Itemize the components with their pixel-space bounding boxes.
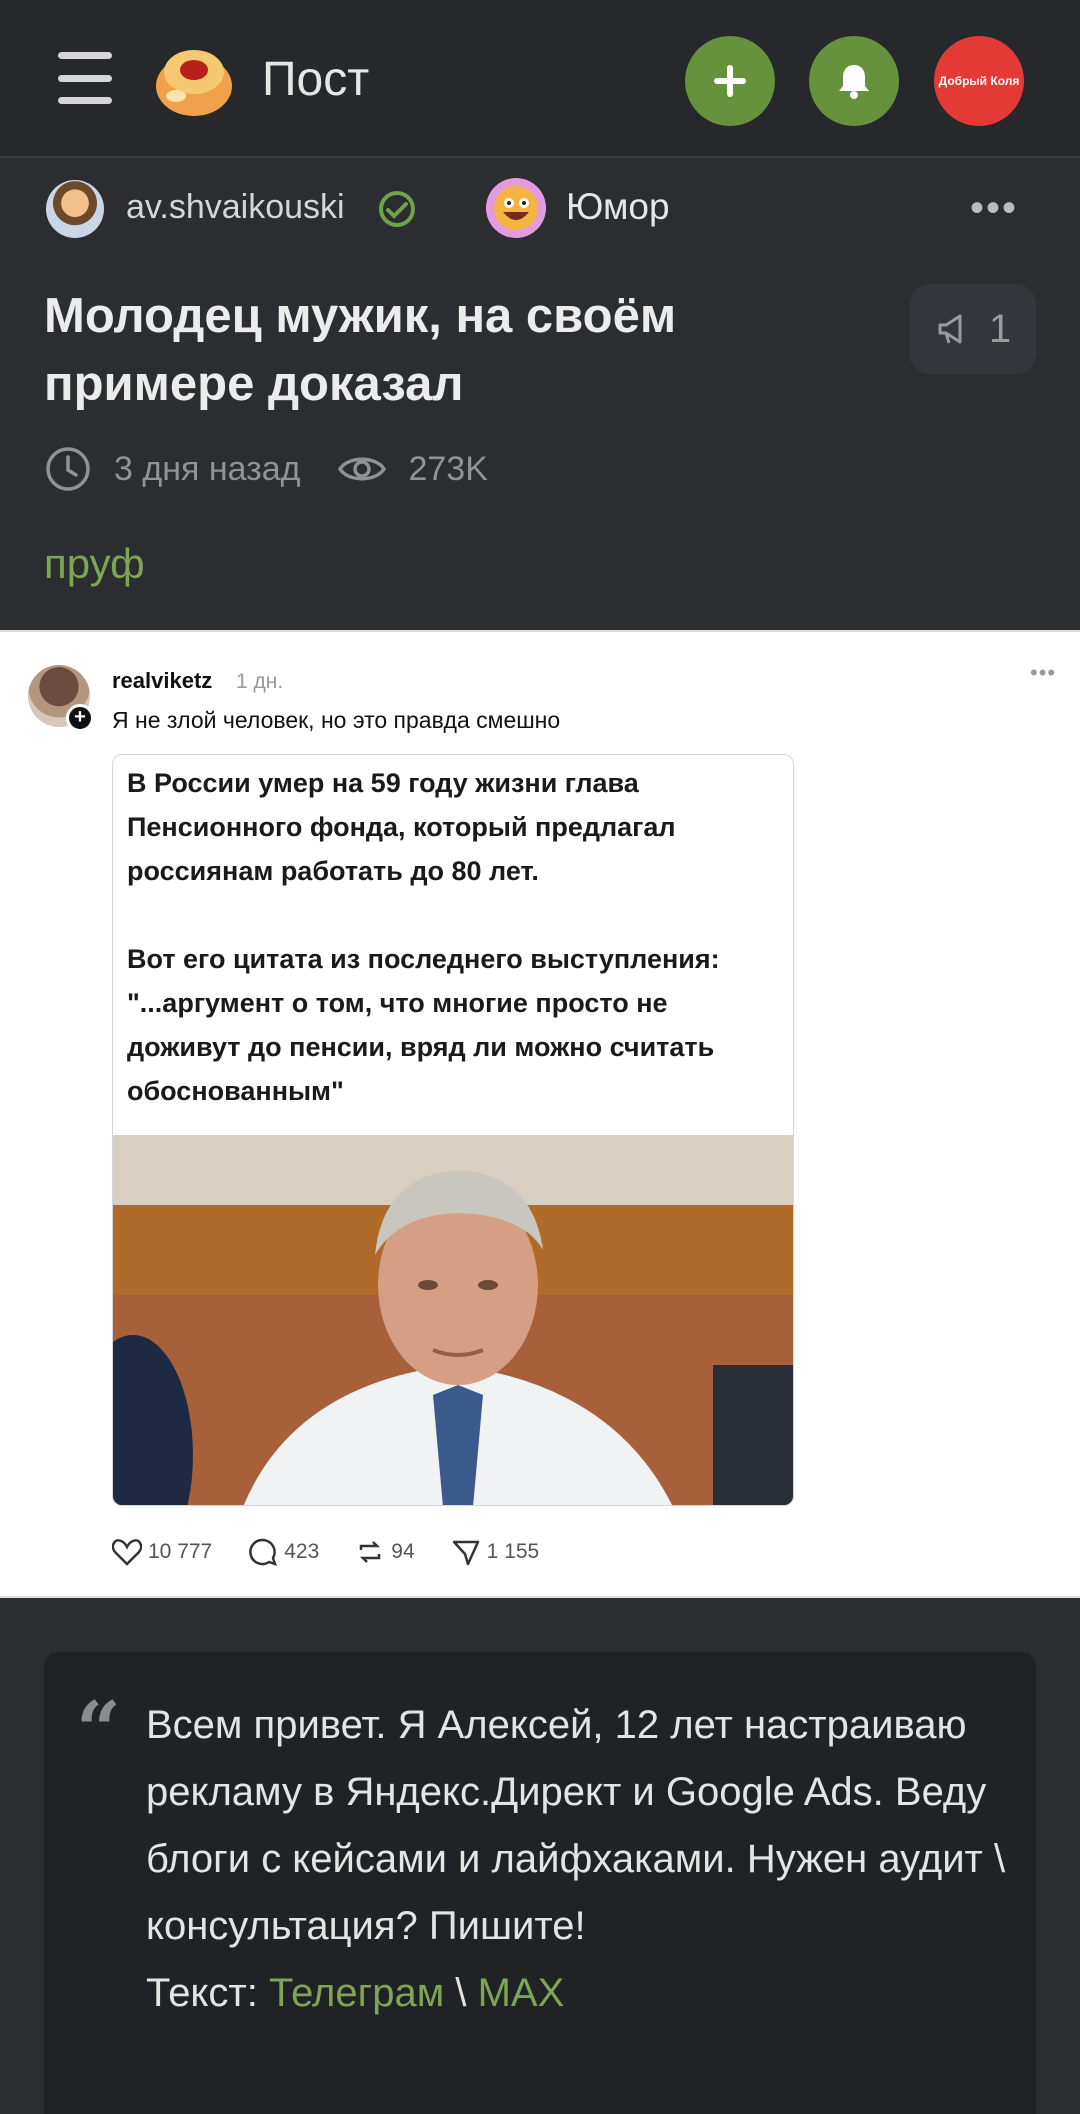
community-name[interactable]: Юмор — [566, 186, 670, 228]
promo-links-line: Текст: Телеграм \ MAX — [146, 1960, 1016, 2027]
embed-comments: 423 — [248, 1537, 319, 1567]
author-name[interactable]: av.shvaikouski — [126, 188, 345, 227]
community-avatar[interactable] — [486, 178, 546, 238]
page-title: Пост — [262, 53, 370, 106]
promo-intro: Всем привет. Я Алексей, 12 лет настраива… — [146, 1703, 1006, 1948]
quote-card: В России умер на 59 году жизни глава Пен… — [112, 754, 794, 1506]
author-avatar[interactable] — [46, 180, 104, 238]
embed-time: 1 дн. — [236, 670, 284, 693]
profile-label: Добрый Коля — [938, 74, 1020, 88]
follow-plus-icon: + — [66, 704, 94, 732]
promo-text: Всем привет. Я Алексей, 12 лет настраива… — [146, 1692, 1016, 2027]
verified-badge-icon — [379, 191, 415, 227]
app-bar: Пост Добрый Коля — [0, 0, 1080, 158]
megaphone-icon — [938, 314, 962, 344]
notifications-button[interactable] — [809, 36, 899, 126]
embed-caption: Я не злой человек, но это правда смешно — [112, 707, 561, 733]
repost-icon — [360, 1541, 381, 1563]
laughing-face-icon — [494, 186, 538, 230]
link-separator: \ — [444, 1971, 478, 2015]
author-promo-block: “ Всем привет. Я Алексей, 12 лет настраи… — [44, 1652, 1036, 2114]
max-link[interactable]: MAX — [478, 1971, 565, 2015]
heart-icon — [112, 1539, 142, 1566]
post-views: 273K — [408, 449, 488, 488]
quote-marks-icon: “ — [76, 1685, 121, 1776]
post-title: Молодец мужик, на своём примере доказал — [44, 289, 677, 411]
hamburger-menu-icon[interactable] — [58, 52, 112, 104]
add-post-button[interactable] — [685, 36, 775, 126]
embed-shares: 1 155 — [451, 1537, 540, 1567]
embed-stats: 10 777 423 94 1 155 — [112, 1534, 575, 1570]
eye-icon — [338, 457, 387, 481]
embed-more-icon: ••• — [1030, 660, 1057, 685]
post-time: 3 дня назад — [114, 449, 301, 488]
comments-count: 423 — [284, 1540, 320, 1563]
embed-likes: 10 777 — [112, 1538, 212, 1566]
quote-text: В России умер на 59 году жизни глава Пен… — [127, 768, 720, 1106]
plus-icon — [714, 65, 746, 97]
shares-count: 1 155 — [486, 1540, 540, 1563]
more-options-icon[interactable]: ••• — [970, 186, 1018, 231]
post-author-row: av.shvaikouski Юмор ••• — [0, 178, 1080, 242]
send-icon — [452, 1540, 479, 1566]
profile-avatar[interactable]: Добрый Коля — [934, 36, 1024, 126]
man-photo — [113, 1135, 793, 1505]
share-count-value: 1 — [988, 306, 1012, 351]
likes-count: 10 777 — [148, 1540, 213, 1563]
embed-reposts: 94 — [355, 1537, 415, 1567]
post-tag-link[interactable]: пруф — [44, 540, 145, 588]
app-logo-icon[interactable] — [154, 40, 234, 118]
promo-text-prefix: Текст: — [146, 1971, 269, 2015]
post-meta: 3 дня назад 273K — [44, 444, 488, 494]
post-image[interactable]: + realviketz 1 дн. ••• Я не злой человек… — [0, 630, 1080, 1598]
embed-username: realviketz — [112, 668, 213, 693]
clock-icon — [46, 447, 90, 491]
comment-icon — [249, 1538, 278, 1566]
bell-icon — [839, 65, 869, 99]
reposts-count: 94 — [391, 1540, 415, 1563]
share-button[interactable]: 1 — [910, 284, 1036, 374]
telegram-link[interactable]: Телеграм — [269, 1971, 444, 2015]
